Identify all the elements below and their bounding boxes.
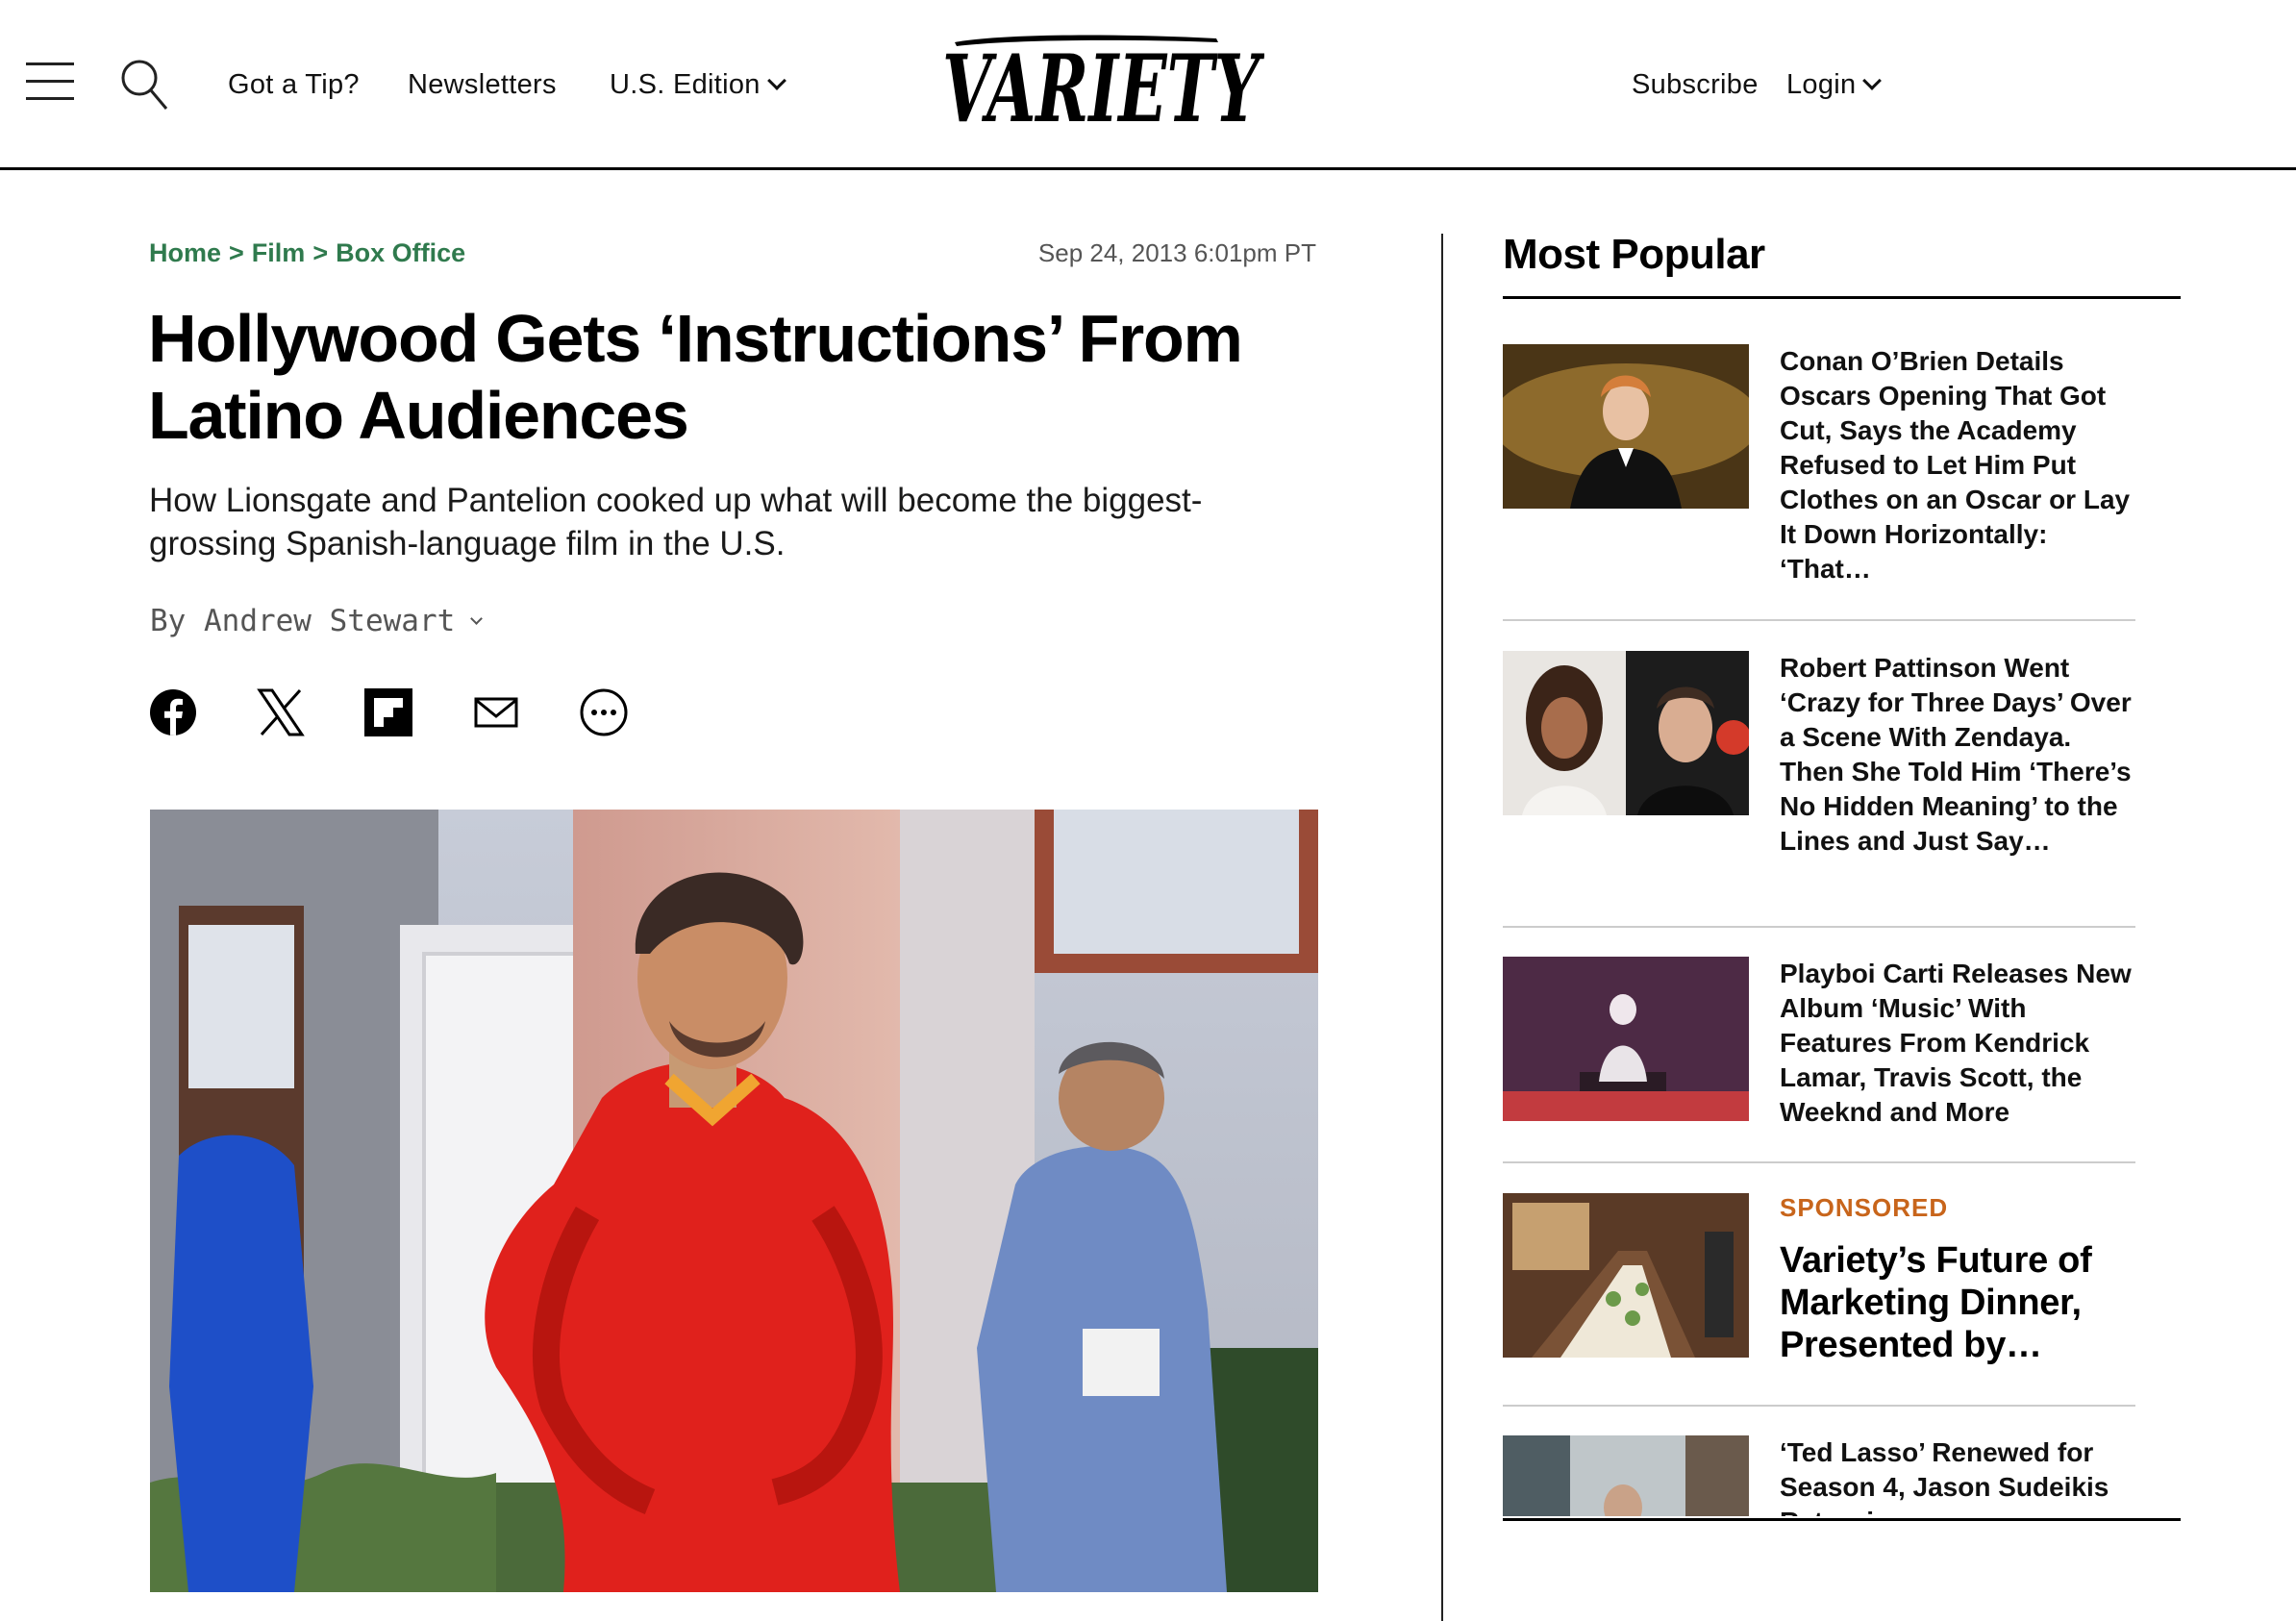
edition-selector[interactable]: U.S. Edition [610,65,786,104]
popular-item-thumbnail [1503,1435,1749,1516]
popular-item[interactable]: Playboi Carti Releases New Album ‘Music’… [1503,957,2135,1163]
popular-item-thumbnail [1503,957,1749,1121]
edition-label: U.S. Edition [610,69,761,100]
publish-date: Sep 24, 2013 6:01pm PT [1037,238,1316,267]
most-popular-heading: Most Popular [1503,231,1765,278]
popular-item-thumbnail [1503,344,1749,509]
breadcrumb-home[interactable]: Home [149,238,221,267]
popular-item-title: Robert Pattinson Went ‘Crazy for Three D… [1780,653,2132,856]
subscribe-link[interactable]: Subscribe [1632,65,1759,104]
got-a-tip-link[interactable]: Got a Tip? [228,65,360,104]
popular-item-title: Variety’s Future of Marketing Dinner, Pr… [1780,1240,2092,1365]
author-byline[interactable]: By Andrew Stewart [150,600,484,642]
x-icon[interactable] [256,687,306,737]
facebook-icon[interactable] [148,687,198,737]
article-headline: Hollywood Gets ‘Instructions’ From Latin… [148,301,1243,453]
popular-item-thumbnail [1503,1193,1749,1358]
more-icon[interactable] [579,687,629,737]
byline-text: By Andrew Stewart [150,604,456,638]
column-divider [1441,234,1443,1621]
heading-rule [1503,296,2181,299]
breadcrumb-box-office[interactable]: Box Office [336,238,465,267]
breadcrumb-separator: > [312,238,329,267]
login-menu[interactable]: Login [1786,65,1883,104]
popular-item-title: Conan O’Brien Details Oscars Opening Tha… [1780,346,2131,584]
chevron-down-icon [1862,71,1883,90]
sponsored-item[interactable]: SPONSORED Variety’s Future of Marketing … [1503,1193,2135,1407]
popular-item[interactable]: Robert Pattinson Went ‘Crazy for Three D… [1503,651,2135,928]
variety-logo[interactable]: VARIETY [937,29,1264,133]
site-header: Got a Tip? Newsletters U.S. Edition VARI… [0,0,2296,170]
popular-item-title: Playboi Carti Releases New Album ‘Music’… [1780,959,2132,1127]
flipboard-icon[interactable] [363,687,413,737]
breadcrumb-separator: > [229,238,244,267]
search-icon[interactable] [119,58,169,112]
menu-icon[interactable] [26,62,74,101]
breadcrumb: Home > Film > Box Office [149,236,465,270]
popular-item-thumbnail [1503,651,1749,815]
chevron-down-icon [470,612,484,625]
article-dek: How Lionsgate and Pantelion cooked up wh… [149,482,1203,562]
email-icon[interactable] [471,687,521,737]
popular-item[interactable]: ‘Ted Lasso’ Renewed for Season 4, Jason … [1503,1435,2135,1516]
sponsored-label: SPONSORED [1780,1193,1949,1222]
logo-text: VARIETY [942,35,1264,133]
popular-item[interactable]: Conan O’Brien Details Oscars Opening Tha… [1503,344,2135,621]
chevron-down-icon [766,71,786,90]
newsletters-link[interactable]: Newsletters [408,65,557,104]
hero-image [150,810,1318,1592]
popular-item-title: ‘Ted Lasso’ Renewed for Season 4, Jason … [1780,1437,2109,1516]
breadcrumb-film[interactable]: Film [252,238,306,267]
login-label: Login [1786,69,1857,100]
list-bottom-rule [1503,1518,2181,1521]
